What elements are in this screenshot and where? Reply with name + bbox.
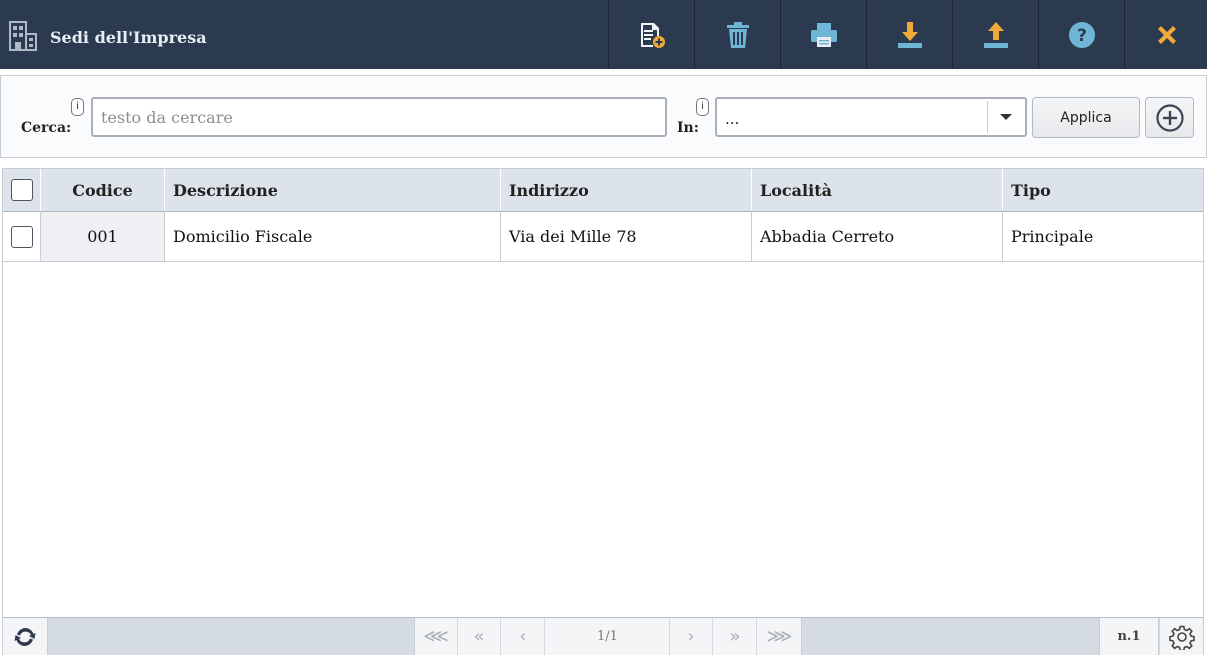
document-add-icon bbox=[640, 22, 665, 48]
building-icon bbox=[9, 21, 37, 51]
previous-page-button[interactable]: ‹ bbox=[502, 618, 545, 655]
data-grid: Codice Descrizione Indirizzo Località Ti… bbox=[2, 168, 1204, 655]
grid-footer: ⋘ « ‹ 1/1 › » ⋙ n.1 bbox=[3, 617, 1203, 655]
grid-settings-button[interactable] bbox=[1160, 618, 1203, 655]
apply-button[interactable]: Applica bbox=[1032, 97, 1140, 138]
search-bar: Cerca: i In: i ... Applica bbox=[0, 75, 1207, 158]
toolbar: ? bbox=[608, 0, 1207, 69]
printer-icon bbox=[810, 22, 837, 47]
table-header: Codice Descrizione Indirizzo Località Ti… bbox=[3, 169, 1203, 212]
column-header-indirizzo[interactable]: Indirizzo bbox=[501, 169, 752, 211]
search-label: Cerca: bbox=[21, 120, 72, 136]
print-button[interactable] bbox=[780, 0, 866, 69]
plus-circle-icon bbox=[1155, 103, 1184, 132]
delete-button[interactable] bbox=[694, 0, 780, 69]
search-in-label: In: bbox=[677, 120, 699, 136]
new-record-button[interactable] bbox=[608, 0, 694, 69]
search-field-value: ... bbox=[725, 110, 740, 128]
next-page-button[interactable]: › bbox=[670, 618, 713, 655]
svg-text:?: ? bbox=[1077, 26, 1087, 46]
cell-localita: Abbadia Cerreto bbox=[752, 212, 1003, 261]
chevron-left-icon: ‹ bbox=[519, 626, 527, 647]
search-input[interactable] bbox=[91, 97, 667, 137]
column-header-tipo[interactable]: Tipo bbox=[1003, 169, 1203, 211]
cell-tipo: Principale bbox=[1011, 227, 1094, 246]
refresh-icon bbox=[14, 627, 36, 646]
search-info-badge[interactable]: i bbox=[71, 98, 84, 116]
cell-indirizzo: Via dei Mille 78 bbox=[501, 212, 752, 261]
page-indicator: 1/1 bbox=[546, 618, 670, 655]
trash-icon bbox=[726, 21, 749, 48]
close-button[interactable] bbox=[1124, 0, 1207, 69]
chevron-right-icon: › bbox=[687, 626, 695, 647]
column-header-localita[interactable]: Località bbox=[752, 169, 1003, 211]
window-title: Sedi dell'Impresa bbox=[50, 28, 207, 47]
refresh-button[interactable] bbox=[3, 618, 48, 655]
last-page-icon: ⋙ bbox=[766, 626, 793, 647]
table-row[interactable]: 001 Domicilio Fiscale Via dei Mille 78 A… bbox=[3, 212, 1203, 262]
column-header-descrizione[interactable]: Descrizione bbox=[165, 169, 501, 211]
column-header-codice[interactable]: Codice bbox=[41, 169, 165, 211]
import-button[interactable] bbox=[952, 0, 1038, 69]
next-block-button[interactable]: » bbox=[714, 618, 757, 655]
gear-icon bbox=[1168, 625, 1195, 650]
select-all-cell bbox=[3, 169, 41, 211]
row-checkbox[interactable] bbox=[10, 225, 33, 248]
search-field-select[interactable]: ... bbox=[715, 97, 1027, 137]
download-icon bbox=[897, 21, 922, 48]
upload-icon bbox=[983, 21, 1008, 48]
cell-codice: 001 bbox=[41, 212, 165, 261]
help-button[interactable]: ? bbox=[1038, 0, 1124, 69]
title-bar: Sedi dell'Impresa ? bbox=[0, 0, 1207, 69]
help-icon: ? bbox=[1068, 21, 1095, 48]
search-in-info-badge[interactable]: i bbox=[696, 98, 709, 116]
pager: ⋘ « ‹ 1/1 › » ⋙ bbox=[414, 618, 802, 655]
last-page-button[interactable]: ⋙ bbox=[758, 618, 801, 655]
chevron-down-icon[interactable] bbox=[987, 101, 1023, 133]
record-count: n.1 bbox=[1099, 618, 1159, 655]
close-icon bbox=[1157, 25, 1176, 44]
export-button[interactable] bbox=[866, 0, 952, 69]
select-all-checkbox[interactable] bbox=[10, 179, 33, 201]
double-chevron-left-icon: « bbox=[473, 626, 485, 647]
cell-descrizione: Domicilio Fiscale bbox=[165, 212, 501, 261]
row-select-cell bbox=[3, 212, 41, 261]
first-page-icon: ⋘ bbox=[423, 626, 449, 647]
previous-block-button[interactable]: « bbox=[458, 618, 501, 655]
double-chevron-right-icon: » bbox=[729, 626, 741, 647]
add-filter-button[interactable] bbox=[1145, 97, 1194, 138]
first-page-button[interactable]: ⋘ bbox=[415, 618, 458, 655]
